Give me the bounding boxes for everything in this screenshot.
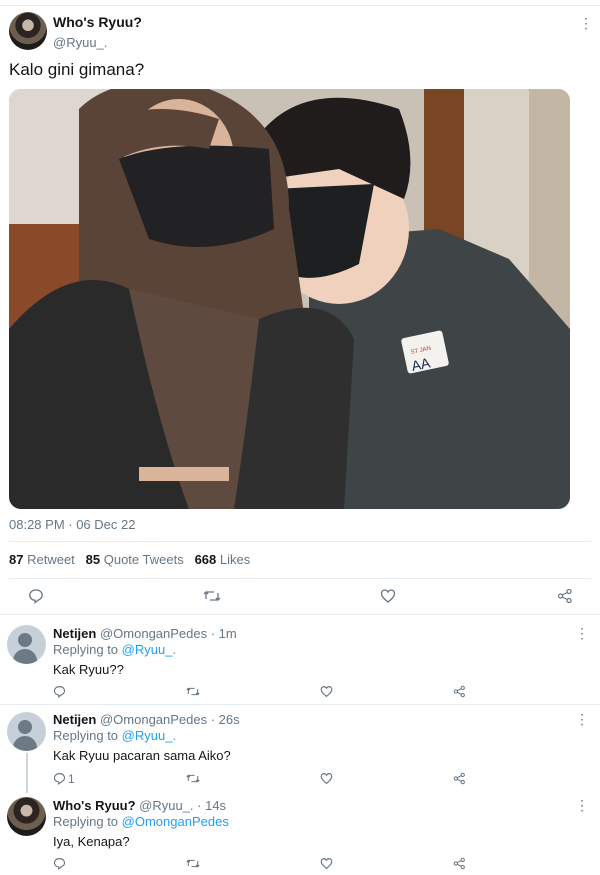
- replying-to-link[interactable]: @OmonganPedes: [122, 814, 229, 829]
- replying-label: Replying to: [53, 642, 119, 657]
- reply-text: Kak Ryuu pacaran sama Aiko?: [53, 748, 231, 763]
- replying-label: Replying to: [53, 814, 119, 829]
- like-icon[interactable]: [320, 857, 333, 875]
- quote-count[interactable]: 85: [86, 552, 100, 567]
- more-options-icon[interactable]: ⋮: [575, 626, 589, 640]
- replying-to: Replying to @Ryuu_.: [53, 728, 176, 743]
- photo-illustration: ST JAN AA: [9, 89, 570, 509]
- retweet-icon[interactable]: [186, 772, 200, 790]
- author-handle[interactable]: @Ryuu_.: [53, 35, 107, 50]
- reply-text: Kak Ryuu??: [53, 662, 124, 677]
- reply-icon[interactable]: [53, 772, 66, 790]
- replying-to: Replying to @OmonganPedes: [53, 814, 229, 829]
- replying-to: Replying to @Ryuu_.: [53, 642, 176, 657]
- reply-avatar[interactable]: [7, 797, 46, 836]
- reply-icon[interactable]: [53, 685, 66, 703]
- reply-meta[interactable]: @OmonganPedes · 1m: [100, 626, 237, 641]
- share-icon[interactable]: [557, 588, 573, 609]
- author-name[interactable]: Who's Ryuu?: [53, 14, 142, 30]
- top-divider: [0, 5, 600, 6]
- like-icon[interactable]: [320, 772, 333, 790]
- reply-icon[interactable]: [53, 857, 66, 875]
- more-options-icon[interactable]: ⋮: [575, 798, 589, 812]
- tweet-text: Kalo gini gimana?: [9, 60, 145, 79]
- tweet-stats: 87 Retweet 85 Quote Tweets 668 Likes: [9, 552, 250, 567]
- thread-line: [26, 753, 28, 793]
- reply-author-name[interactable]: Netijen: [53, 626, 96, 641]
- reply-count: 1: [68, 772, 75, 786]
- author-avatar[interactable]: [9, 12, 47, 50]
- reply-header: Netijen @OmonganPedes · 26s: [53, 712, 240, 727]
- replying-to-link[interactable]: @Ryuu_.: [122, 728, 176, 743]
- replying-label: Replying to: [53, 728, 119, 743]
- tweet-timestamp[interactable]: 08:28 PM · 06 Dec 22: [9, 517, 135, 532]
- divider: [9, 578, 591, 579]
- like-icon[interactable]: [380, 588, 396, 609]
- reply-text: Iya, Kenapa?: [53, 834, 130, 849]
- divider: [9, 541, 591, 542]
- divider: [0, 704, 600, 705]
- quote-label[interactable]: Quote Tweets: [104, 552, 184, 567]
- like-icon[interactable]: [320, 685, 333, 703]
- retweet-icon[interactable]: [186, 857, 200, 875]
- share-icon[interactable]: [453, 772, 466, 790]
- reply-author-name[interactable]: Who's Ryuu?: [53, 798, 136, 813]
- like-count[interactable]: 668: [195, 552, 217, 567]
- retweet-label[interactable]: Retweet: [27, 552, 75, 567]
- like-label[interactable]: Likes: [220, 552, 250, 567]
- reply-meta[interactable]: @Ryuu_. · 14s: [139, 798, 226, 813]
- retweet-icon[interactable]: [186, 685, 200, 703]
- reply-author-name[interactable]: Netijen: [53, 712, 96, 727]
- share-icon[interactable]: [453, 857, 466, 875]
- reply-avatar[interactable]: [7, 712, 46, 751]
- replying-to-link[interactable]: @Ryuu_.: [122, 642, 176, 657]
- share-icon[interactable]: [453, 685, 466, 703]
- tweet-photo[interactable]: ST JAN AA: [9, 89, 570, 509]
- more-options-icon[interactable]: ⋮: [579, 16, 593, 30]
- reply-header: Netijen @OmonganPedes · 1m: [53, 626, 237, 641]
- retweet-icon[interactable]: [203, 588, 221, 609]
- retweet-count[interactable]: 87: [9, 552, 23, 567]
- reply-header: Who's Ryuu? @Ryuu_. · 14s: [53, 798, 226, 813]
- reply-meta[interactable]: @OmonganPedes · 26s: [100, 712, 240, 727]
- reply-icon[interactable]: [28, 588, 44, 609]
- reply-avatar[interactable]: [7, 625, 46, 664]
- divider: [0, 614, 600, 615]
- more-options-icon[interactable]: ⋮: [575, 712, 589, 726]
